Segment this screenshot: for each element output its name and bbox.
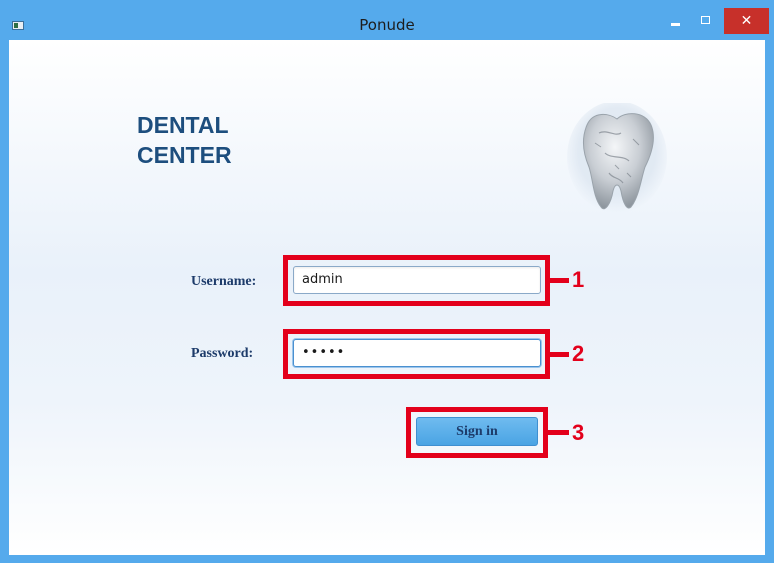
- maximize-icon: [700, 16, 710, 24]
- callout-number-2: 2: [572, 341, 585, 366]
- close-button[interactable]: ✕: [724, 8, 769, 34]
- brand-line-1: DENTAL: [137, 112, 229, 138]
- callout-line-2: [550, 352, 569, 357]
- username-label: Username:: [191, 274, 257, 289]
- callout-number-1: 1: [572, 267, 585, 292]
- maximize-button[interactable]: [690, 4, 720, 40]
- login-window: Ponude ✕ DENTAL CENTER Username: admin P…: [0, 0, 774, 563]
- callout-number-3: 3: [572, 420, 585, 445]
- highlight-box-username: [283, 255, 550, 306]
- minimize-icon: [670, 22, 680, 26]
- brand-line-2: CENTER: [137, 142, 232, 168]
- window-title: Ponude: [359, 16, 415, 34]
- title-bar[interactable]: Ponude ✕: [0, 0, 774, 40]
- minimize-button[interactable]: [660, 4, 690, 40]
- highlight-box-password: [283, 329, 550, 379]
- callout-line-3: [548, 430, 569, 435]
- password-label: Password:: [191, 346, 254, 361]
- brand-title: DENTAL CENTER: [137, 110, 232, 170]
- close-icon: ✕: [740, 13, 753, 29]
- highlight-box-sign-in: [406, 407, 548, 458]
- login-panel: DENTAL CENTER Username: admin Password: …: [9, 40, 765, 555]
- tooth-icon: [567, 103, 667, 213]
- callout-line-1: [550, 278, 569, 283]
